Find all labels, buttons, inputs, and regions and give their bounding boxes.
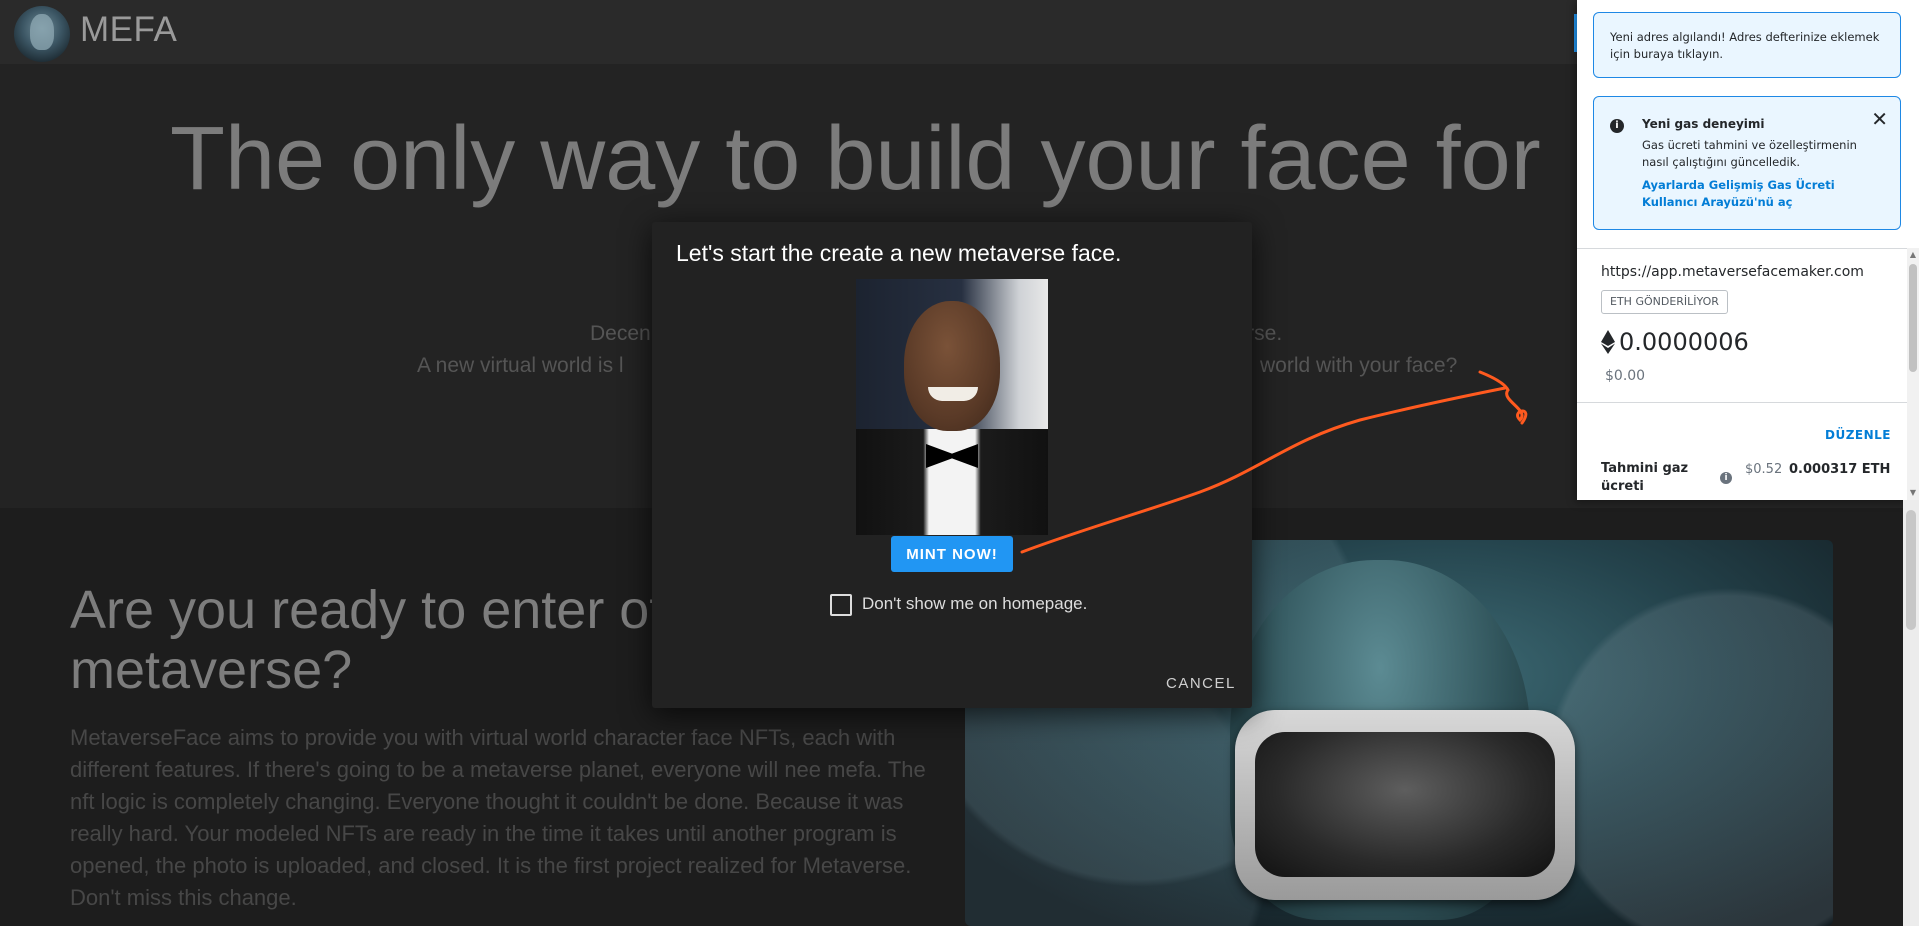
hide-on-homepage-checkbox[interactable] bbox=[830, 594, 852, 616]
create-face-modal: Let's start the create a new metaverse f… bbox=[652, 222, 1252, 708]
hero-title: The only way to build your face for bbox=[170, 109, 1541, 209]
edit-gas-button[interactable]: DÜZENLE bbox=[1825, 428, 1891, 442]
hero-subtitle-line2-start: A new virtual world is l bbox=[417, 354, 624, 377]
photo-tuxedo bbox=[856, 429, 1048, 535]
mint-now-button[interactable]: MINT NOW! bbox=[891, 536, 1013, 572]
hide-on-homepage-label[interactable]: Don't show me on homepage. bbox=[862, 594, 1087, 614]
new-address-alert-text[interactable]: Yeni adres algılandı! Adres defterinize … bbox=[1610, 29, 1890, 63]
divider bbox=[1577, 402, 1919, 403]
scroll-down-arrow-icon[interactable]: ▼ bbox=[1909, 489, 1917, 497]
send-amount: 0.0000006 bbox=[1619, 328, 1749, 356]
cancel-button[interactable]: CANCEL bbox=[1160, 674, 1242, 693]
scrollbar-thumb[interactable] bbox=[1909, 264, 1917, 372]
photo-head bbox=[904, 301, 1000, 431]
logo-avatar[interactable] bbox=[14, 6, 70, 62]
metamask-scrollbar[interactable]: ▲ ▼ bbox=[1907, 248, 1919, 500]
section-body: MetaverseFace aims to provide you with v… bbox=[70, 725, 926, 910]
uploaded-face-photo bbox=[856, 279, 1048, 535]
modal-title: Let's start the create a new metaverse f… bbox=[676, 240, 1122, 266]
hero-subtitle-line1-start: Decen bbox=[590, 322, 651, 345]
gas-experience-alert: i Yeni gas deneyimi ✕ Gas ücreti tahmini… bbox=[1593, 96, 1901, 230]
brand-name[interactable]: MEFA bbox=[80, 10, 177, 50]
new-address-alert[interactable]: Yeni adres algılandı! Adres defterinize … bbox=[1593, 12, 1901, 78]
estimated-gas-label: Tahmini gaz ücreti bbox=[1601, 461, 1689, 494]
page-scrollbar-thumb[interactable] bbox=[1906, 510, 1916, 630]
ethereum-icon bbox=[1601, 330, 1615, 354]
advanced-gas-settings-link[interactable]: Ayarlarda Gelişmiş Gas Ücreti Kullanıcı … bbox=[1642, 177, 1882, 211]
estimated-gas-eth: 0.000317 ETH bbox=[1789, 462, 1891, 477]
vr-goggles-lens bbox=[1255, 732, 1555, 877]
gas-info-icon[interactable]: i bbox=[1720, 472, 1732, 484]
page-scrollbar[interactable] bbox=[1903, 500, 1919, 926]
vr-goggles bbox=[1235, 710, 1575, 900]
estimated-gas-usd: $0.52 bbox=[1745, 462, 1783, 477]
info-icon: i bbox=[1610, 119, 1624, 133]
request-origin: https://app.metaversefacemaker.com bbox=[1601, 264, 1864, 280]
gas-alert-title: Yeni gas deneyimi bbox=[1642, 117, 1765, 131]
divider bbox=[1577, 248, 1919, 249]
send-amount-fiat: $0.00 bbox=[1605, 368, 1646, 384]
photo-smile bbox=[928, 387, 978, 401]
close-icon[interactable]: ✕ bbox=[1871, 109, 1888, 129]
metamask-popup: Yeni adres algılandı! Adres defterinize … bbox=[1577, 0, 1919, 500]
scroll-up-arrow-icon[interactable]: ▲ bbox=[1909, 251, 1917, 259]
hero-subtitle-line2-end: world with your face? bbox=[1260, 354, 1458, 377]
transaction-type-badge: ETH GÖNDERİLİYOR bbox=[1601, 290, 1728, 314]
gas-alert-description: Gas ücreti tahmini ve özelleştirmenin na… bbox=[1642, 138, 1857, 169]
